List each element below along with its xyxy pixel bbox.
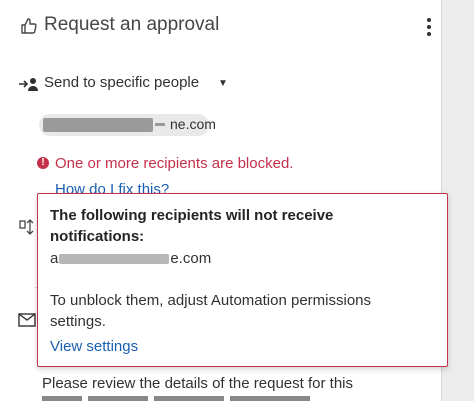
redacted-text [59,254,170,265]
person-arrow-icon [18,76,40,92]
request-details-text: Please review the details of the request… [42,375,354,392]
page-title: Request an approval [44,14,220,35]
blocked-recipient: a e.com [50,250,212,267]
thumbs-up-icon [19,16,39,36]
more-options-button[interactable] [422,16,436,38]
recipient-pill[interactable]: ne.com [39,114,216,136]
mail-icon [18,313,36,327]
details-icon [18,218,36,236]
error-circle-icon: ! [37,157,49,169]
error-message: One or more recipients are blocked. [55,155,294,172]
clipped-text-line [42,394,372,404]
send-to-dropdown-label[interactable]: Send to specific people [44,74,199,91]
popup-message: To unblock them, adjust Automation permi… [50,292,371,330]
blocked-recipients-popup: The following recipients will not receiv… [37,193,448,367]
redacted-text [43,118,153,132]
recipient-email-tail: ne.com [170,116,216,132]
view-settings-link[interactable]: View settings [50,338,138,355]
caret-down-icon[interactable]: ▼ [218,78,228,89]
popup-title: The following recipients will not receiv… [50,207,334,245]
more-vertical-icon [427,18,431,22]
redacted-text [155,123,165,126]
